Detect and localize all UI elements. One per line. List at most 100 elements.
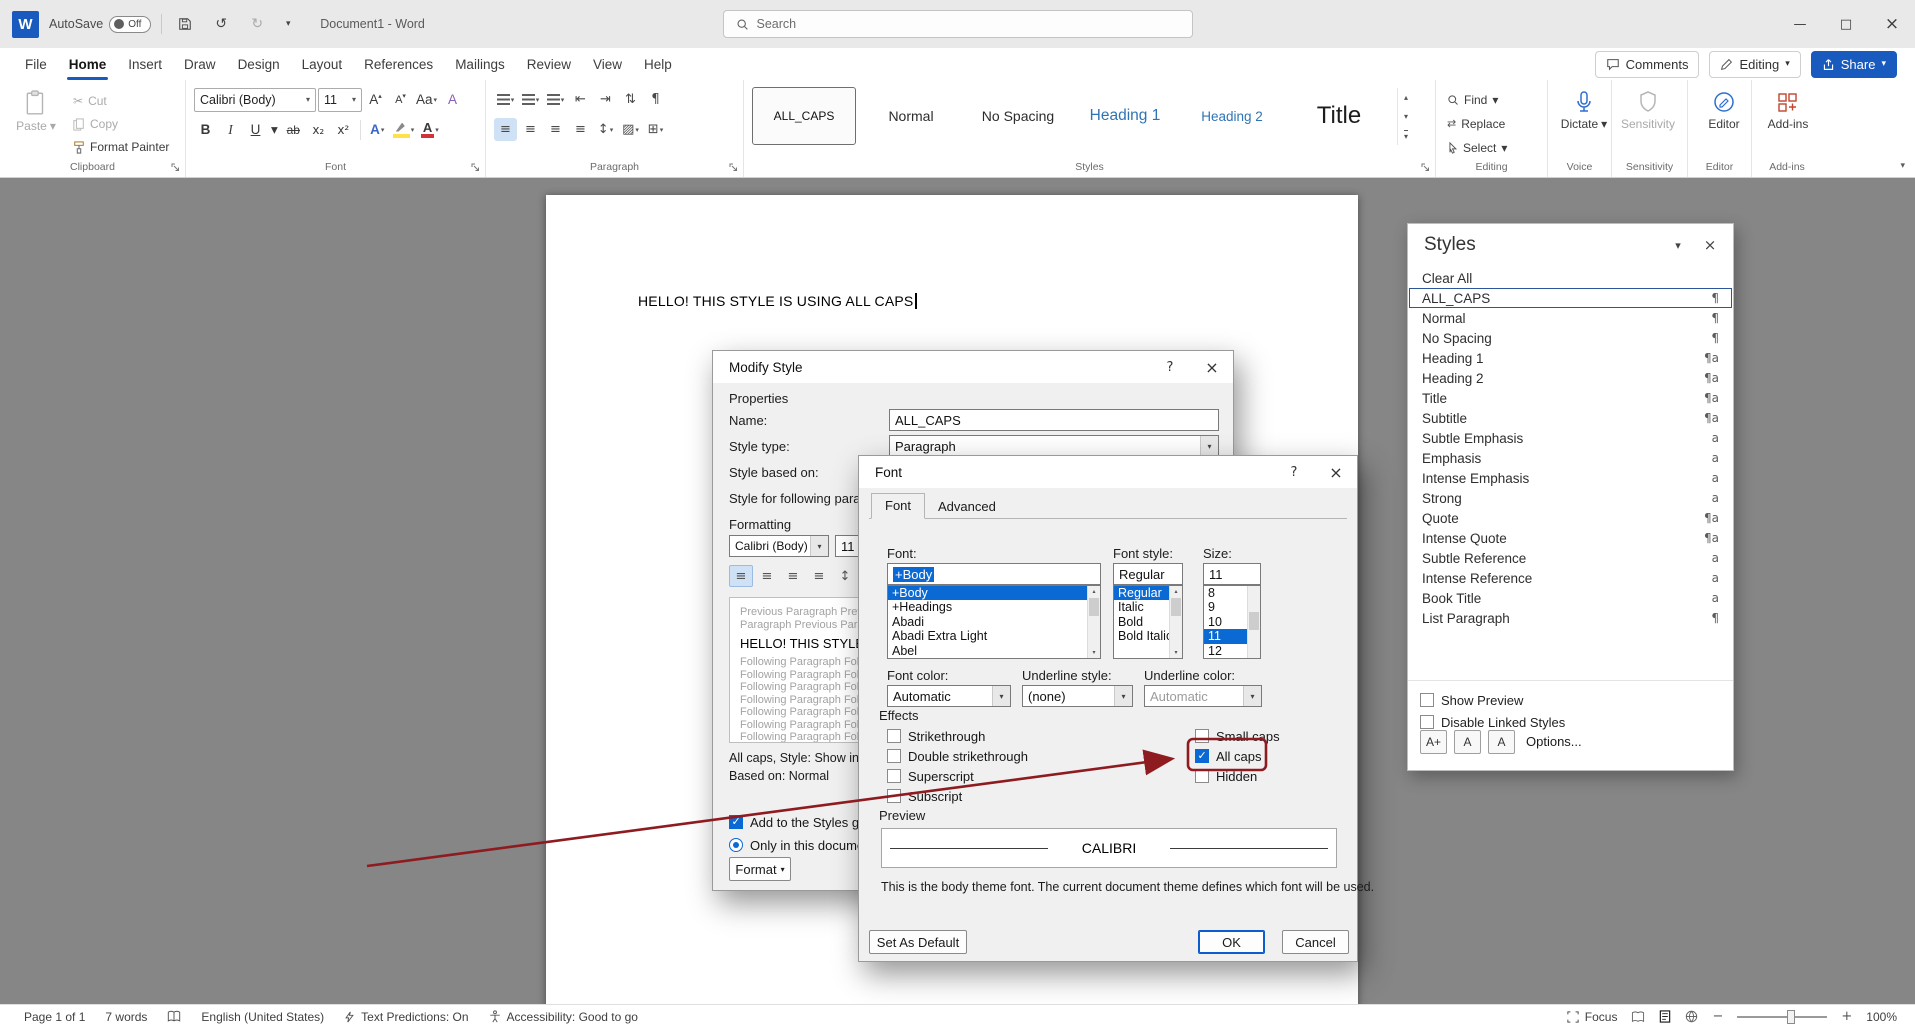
text-predictions-indicator[interactable]: Text Predictions: On: [344, 1010, 468, 1024]
clear-formatting-button[interactable]: A: [441, 88, 464, 111]
replace-button[interactable]: ⇄Replace: [1444, 113, 1539, 134]
decrease-indent-button[interactable]: ⇤: [569, 88, 592, 111]
numbering-button[interactable]: ▾: [519, 88, 542, 111]
zoom-level[interactable]: 100%: [1866, 1010, 1897, 1024]
paste-button[interactable]: Paste▾: [8, 87, 64, 157]
shrink-font-button[interactable]: A▾: [389, 88, 412, 111]
preview-line-spacing-button[interactable]: ↕: [833, 565, 857, 587]
find-button[interactable]: Find▾: [1444, 89, 1539, 110]
sensitivity-button[interactable]: Sensitivity: [1620, 87, 1676, 131]
checkbox-icon[interactable]: [1195, 769, 1209, 783]
sort-button[interactable]: ⇅: [619, 88, 642, 111]
page-indicator[interactable]: Page 1 of 1: [24, 1010, 85, 1024]
word-count[interactable]: 7 words: [105, 1010, 147, 1024]
tab-file[interactable]: File: [14, 48, 58, 80]
scroll-up-icon[interactable]: ▴: [1170, 586, 1182, 597]
comments-button[interactable]: Comments: [1595, 51, 1700, 78]
font-list[interactable]: +Body +Headings Abadi Abadi Extra Light …: [887, 585, 1101, 659]
help-button[interactable]: ?: [1273, 456, 1315, 488]
double-strikethrough-checkbox[interactable]: Double strikethrough: [887, 748, 1028, 764]
print-layout-button[interactable]: [1659, 1010, 1671, 1023]
styles-pane-item-subtitle[interactable]: Subtitle¶a: [1409, 408, 1732, 428]
superscript-button[interactable]: x²: [332, 118, 355, 141]
styles-pane-item-intense-quote[interactable]: Intense Quote¶a: [1409, 528, 1732, 548]
font-name-input[interactable]: +Body: [887, 563, 1101, 585]
tab-advanced[interactable]: Advanced: [925, 495, 1009, 519]
underline-options-chevron[interactable]: ▾: [269, 118, 280, 141]
strikethrough-checkbox[interactable]: Strikethrough: [887, 728, 1028, 744]
checkbox-icon[interactable]: [887, 789, 901, 803]
accessibility-indicator[interactable]: Accessibility: Good to go: [489, 1010, 638, 1024]
tab-insert[interactable]: Insert: [117, 48, 173, 80]
editor-button[interactable]: Editor: [1696, 87, 1752, 131]
highlight-color-button[interactable]: ▾: [391, 118, 417, 141]
style-gallery-up-button[interactable]: ▴: [1398, 88, 1414, 107]
style-gallery-no-spacing[interactable]: No Spacing: [966, 87, 1070, 145]
preview-align-left-button[interactable]: ≡: [729, 565, 753, 587]
font-style-input[interactable]: Regular: [1113, 563, 1183, 585]
font-list-item[interactable]: Abel: [888, 644, 1100, 658]
styles-dialog-launcher[interactable]: [1420, 162, 1430, 172]
styles-pane-item-heading-1[interactable]: Heading 1¶a: [1409, 348, 1732, 368]
underline-style-dropdown[interactable]: (none)▾: [1022, 685, 1133, 707]
style-gallery-more-button[interactable]: ▾: [1398, 126, 1414, 145]
tab-help[interactable]: Help: [633, 48, 683, 80]
checkbox-checked-icon[interactable]: [729, 815, 743, 829]
save-button[interactable]: [172, 11, 198, 37]
font-list-scrollbar[interactable]: ▴▾: [1087, 586, 1100, 658]
styles-pane-item-normal[interactable]: Normal¶: [1409, 308, 1732, 328]
align-left-button[interactable]: ≡: [494, 118, 517, 141]
preview-align-right-button[interactable]: ≡: [781, 565, 805, 587]
multilevel-list-button[interactable]: ▾: [544, 88, 567, 111]
new-style-button[interactable]: A+: [1420, 730, 1447, 754]
search-box[interactable]: [723, 10, 1193, 38]
styles-pane-item-list-paragraph[interactable]: List Paragraph¶: [1409, 608, 1732, 628]
scroll-up-icon[interactable]: ▴: [1088, 586, 1100, 597]
style-gallery-heading-1[interactable]: Heading 1: [1073, 87, 1177, 145]
preview-align-center-button[interactable]: ≡: [755, 565, 779, 587]
size-input[interactable]: 11: [1203, 563, 1261, 585]
font-list-item[interactable]: Abadi: [888, 615, 1100, 629]
styles-pane-item-strong[interactable]: Stronga: [1409, 488, 1732, 508]
strikethrough-button[interactable]: ab: [282, 118, 305, 141]
checkbox-icon[interactable]: [1420, 693, 1434, 707]
tab-mailings[interactable]: Mailings: [444, 48, 516, 80]
tab-layout[interactable]: Layout: [291, 48, 354, 80]
line-spacing-button[interactable]: ↕▾: [594, 118, 617, 141]
format-menu-button[interactable]: Format▾: [729, 857, 791, 881]
zoom-in-button[interactable]: +: [1841, 1009, 1852, 1024]
styles-pane-item-intense-emphasis[interactable]: Intense Emphasisa: [1409, 468, 1732, 488]
tab-view[interactable]: View: [582, 48, 633, 80]
borders-button[interactable]: ⊞▾: [644, 118, 667, 141]
close-icon[interactable]: ×: [1315, 456, 1357, 488]
styles-options-button[interactable]: Options...: [1526, 734, 1582, 749]
style-gallery-normal[interactable]: Normal: [859, 87, 963, 145]
checkbox-icon[interactable]: [887, 749, 901, 763]
tab-references[interactable]: References: [353, 48, 444, 80]
styles-pane-item-quote[interactable]: Quote¶a: [1409, 508, 1732, 528]
search-input[interactable]: [757, 17, 1180, 31]
font-list-item[interactable]: +Headings: [888, 600, 1100, 614]
tab-design[interactable]: Design: [227, 48, 291, 80]
styles-pane-item-all-caps[interactable]: ALL_CAPS¶: [1409, 288, 1732, 308]
zoom-out-button[interactable]: −: [1712, 1009, 1723, 1024]
text-effects-button[interactable]: A▾: [366, 118, 389, 141]
editing-mode-button[interactable]: Editing ▾: [1709, 51, 1800, 78]
font-color-dropdown[interactable]: Automatic▾: [887, 685, 1011, 707]
grow-font-button[interactable]: A▴: [364, 88, 387, 111]
styles-pane-close-icon[interactable]: ×: [1697, 234, 1723, 256]
bullets-button[interactable]: ▾: [494, 88, 517, 111]
focus-mode-button[interactable]: Focus: [1567, 1010, 1618, 1024]
style-gallery-all-caps[interactable]: ALL_CAPS: [752, 87, 856, 145]
zoom-slider-thumb[interactable]: [1787, 1010, 1795, 1024]
ok-button[interactable]: OK: [1198, 930, 1265, 954]
style-gallery-down-button[interactable]: ▾: [1398, 107, 1414, 126]
copy-button[interactable]: Copy: [70, 114, 172, 134]
undo-button[interactable]: ↺: [208, 11, 234, 37]
font-size-combo[interactable]: 11▾: [318, 88, 362, 112]
tab-home[interactable]: Home: [58, 48, 118, 80]
small-caps-checkbox[interactable]: Small caps: [1195, 728, 1280, 744]
hidden-checkbox[interactable]: Hidden: [1195, 768, 1280, 784]
zoom-slider[interactable]: [1737, 1016, 1827, 1018]
font-style-list[interactable]: Regular Italic Bold Bold Italic ▴▾: [1113, 585, 1183, 659]
